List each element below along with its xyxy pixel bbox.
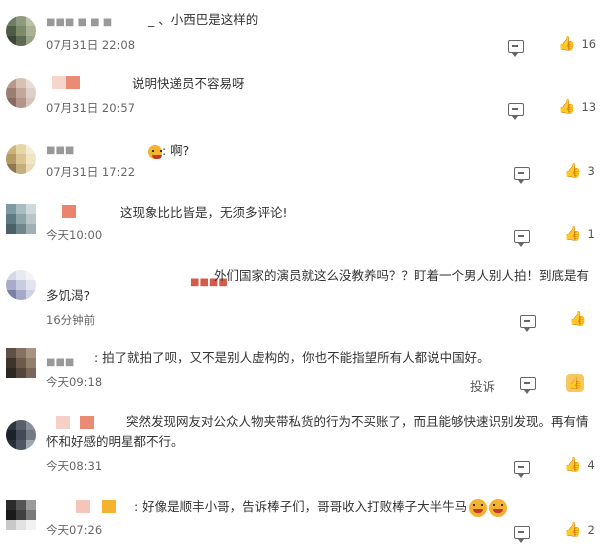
thumbs-up-icon: 👍: [569, 311, 587, 327]
username[interactable]: [76, 500, 116, 513]
username[interactable]: ■■■: [46, 138, 74, 156]
avatar[interactable]: [6, 78, 36, 108]
avatar[interactable]: [6, 500, 36, 530]
comment-text: _ 、小西巴是这样的: [148, 12, 259, 27]
avatar[interactable]: [6, 204, 36, 234]
reply-icon[interactable]: [514, 167, 530, 184]
avatar[interactable]: [6, 348, 36, 378]
username[interactable]: [62, 205, 76, 218]
comment-text: : 拍了就拍了呗，又不是别人虚构的，你也不能指望所有人都说中国好。: [94, 350, 490, 365]
like-button[interactable]: 👍: [569, 312, 586, 326]
reply-icon[interactable]: [508, 40, 524, 57]
thumbs-up-icon: 👍: [564, 522, 582, 538]
reply-icon[interactable]: [520, 315, 536, 332]
comment-text: : 啊?: [146, 141, 189, 161]
comment-text: 外们国家的演员就这么没教养吗？？盯着一个男人别人拍！到底是有多饥渴?: [46, 268, 590, 303]
comment-time: 07月31日 20:57: [46, 101, 136, 115]
like-button[interactable]: 👍 2: [564, 523, 595, 537]
like-count: 1: [587, 227, 595, 241]
like-count: 13: [581, 100, 597, 114]
thumbs-up-icon: 👍: [558, 99, 576, 115]
avatar[interactable]: [6, 16, 36, 46]
like-button[interactable]: 👍 16: [558, 37, 596, 51]
like-button[interactable]: 👍: [566, 374, 584, 392]
comment-time: 今天07:26: [46, 523, 103, 537]
like-count: 4: [587, 458, 595, 472]
username[interactable]: [52, 76, 80, 89]
thumbs-up-icon: 👍: [564, 226, 582, 242]
avatar[interactable]: [6, 270, 36, 300]
grin-emoji-icon: [469, 498, 488, 517]
reply-icon[interactable]: [520, 377, 536, 394]
comment-text: : 好像是顺丰小哥，告诉棒子们，哥哥收入打败棒子大半牛马: [134, 497, 508, 517]
thumbs-up-icon: 👍: [567, 376, 583, 390]
comment-time: 今天09:18: [46, 375, 103, 389]
comment-time: 07月31日 17:22: [46, 165, 136, 179]
report-button[interactable]: 投诉: [470, 376, 495, 395]
like-count: 3: [587, 164, 595, 178]
comment-text: 说明快递员不容易呀: [132, 76, 245, 91]
username[interactable]: ■■■: [46, 350, 74, 368]
reply-icon[interactable]: [508, 103, 524, 120]
avatar[interactable]: [6, 144, 36, 174]
username[interactable]: ■■■ ■ ■ ■: [46, 10, 112, 28]
comment-text: 这现象比比皆是，无须多评论!: [120, 205, 288, 220]
comment-time: 16分钟前: [46, 313, 96, 327]
like-button[interactable]: 👍 1: [564, 227, 595, 241]
thumbs-up-icon: 👍: [564, 163, 582, 179]
like-button[interactable]: 👍 4: [564, 458, 595, 472]
like-count: 2: [587, 523, 595, 537]
emoji-icon: [148, 144, 162, 159]
like-count: 16: [581, 37, 597, 51]
reply-icon[interactable]: [514, 526, 530, 543]
comment-time: 今天08:31: [46, 459, 103, 473]
like-button[interactable]: 👍 3: [564, 164, 595, 178]
grin-emoji-icon: [489, 498, 508, 517]
thumbs-up-icon: 👍: [558, 36, 576, 52]
reply-icon[interactable]: [514, 461, 530, 478]
thumbs-up-icon: 👍: [564, 457, 582, 473]
comment-time: 今天10:00: [46, 228, 103, 242]
avatar[interactable]: [6, 420, 36, 450]
comment-text: 突然发现网友对公众人物夹带私货的行为不买账了，而且能够快速识别发现。再有情怀和好…: [46, 414, 589, 449]
like-button[interactable]: 👍 13: [558, 100, 596, 114]
comment-time: 07月31日 22:08: [46, 38, 136, 52]
reply-icon[interactable]: [514, 230, 530, 247]
